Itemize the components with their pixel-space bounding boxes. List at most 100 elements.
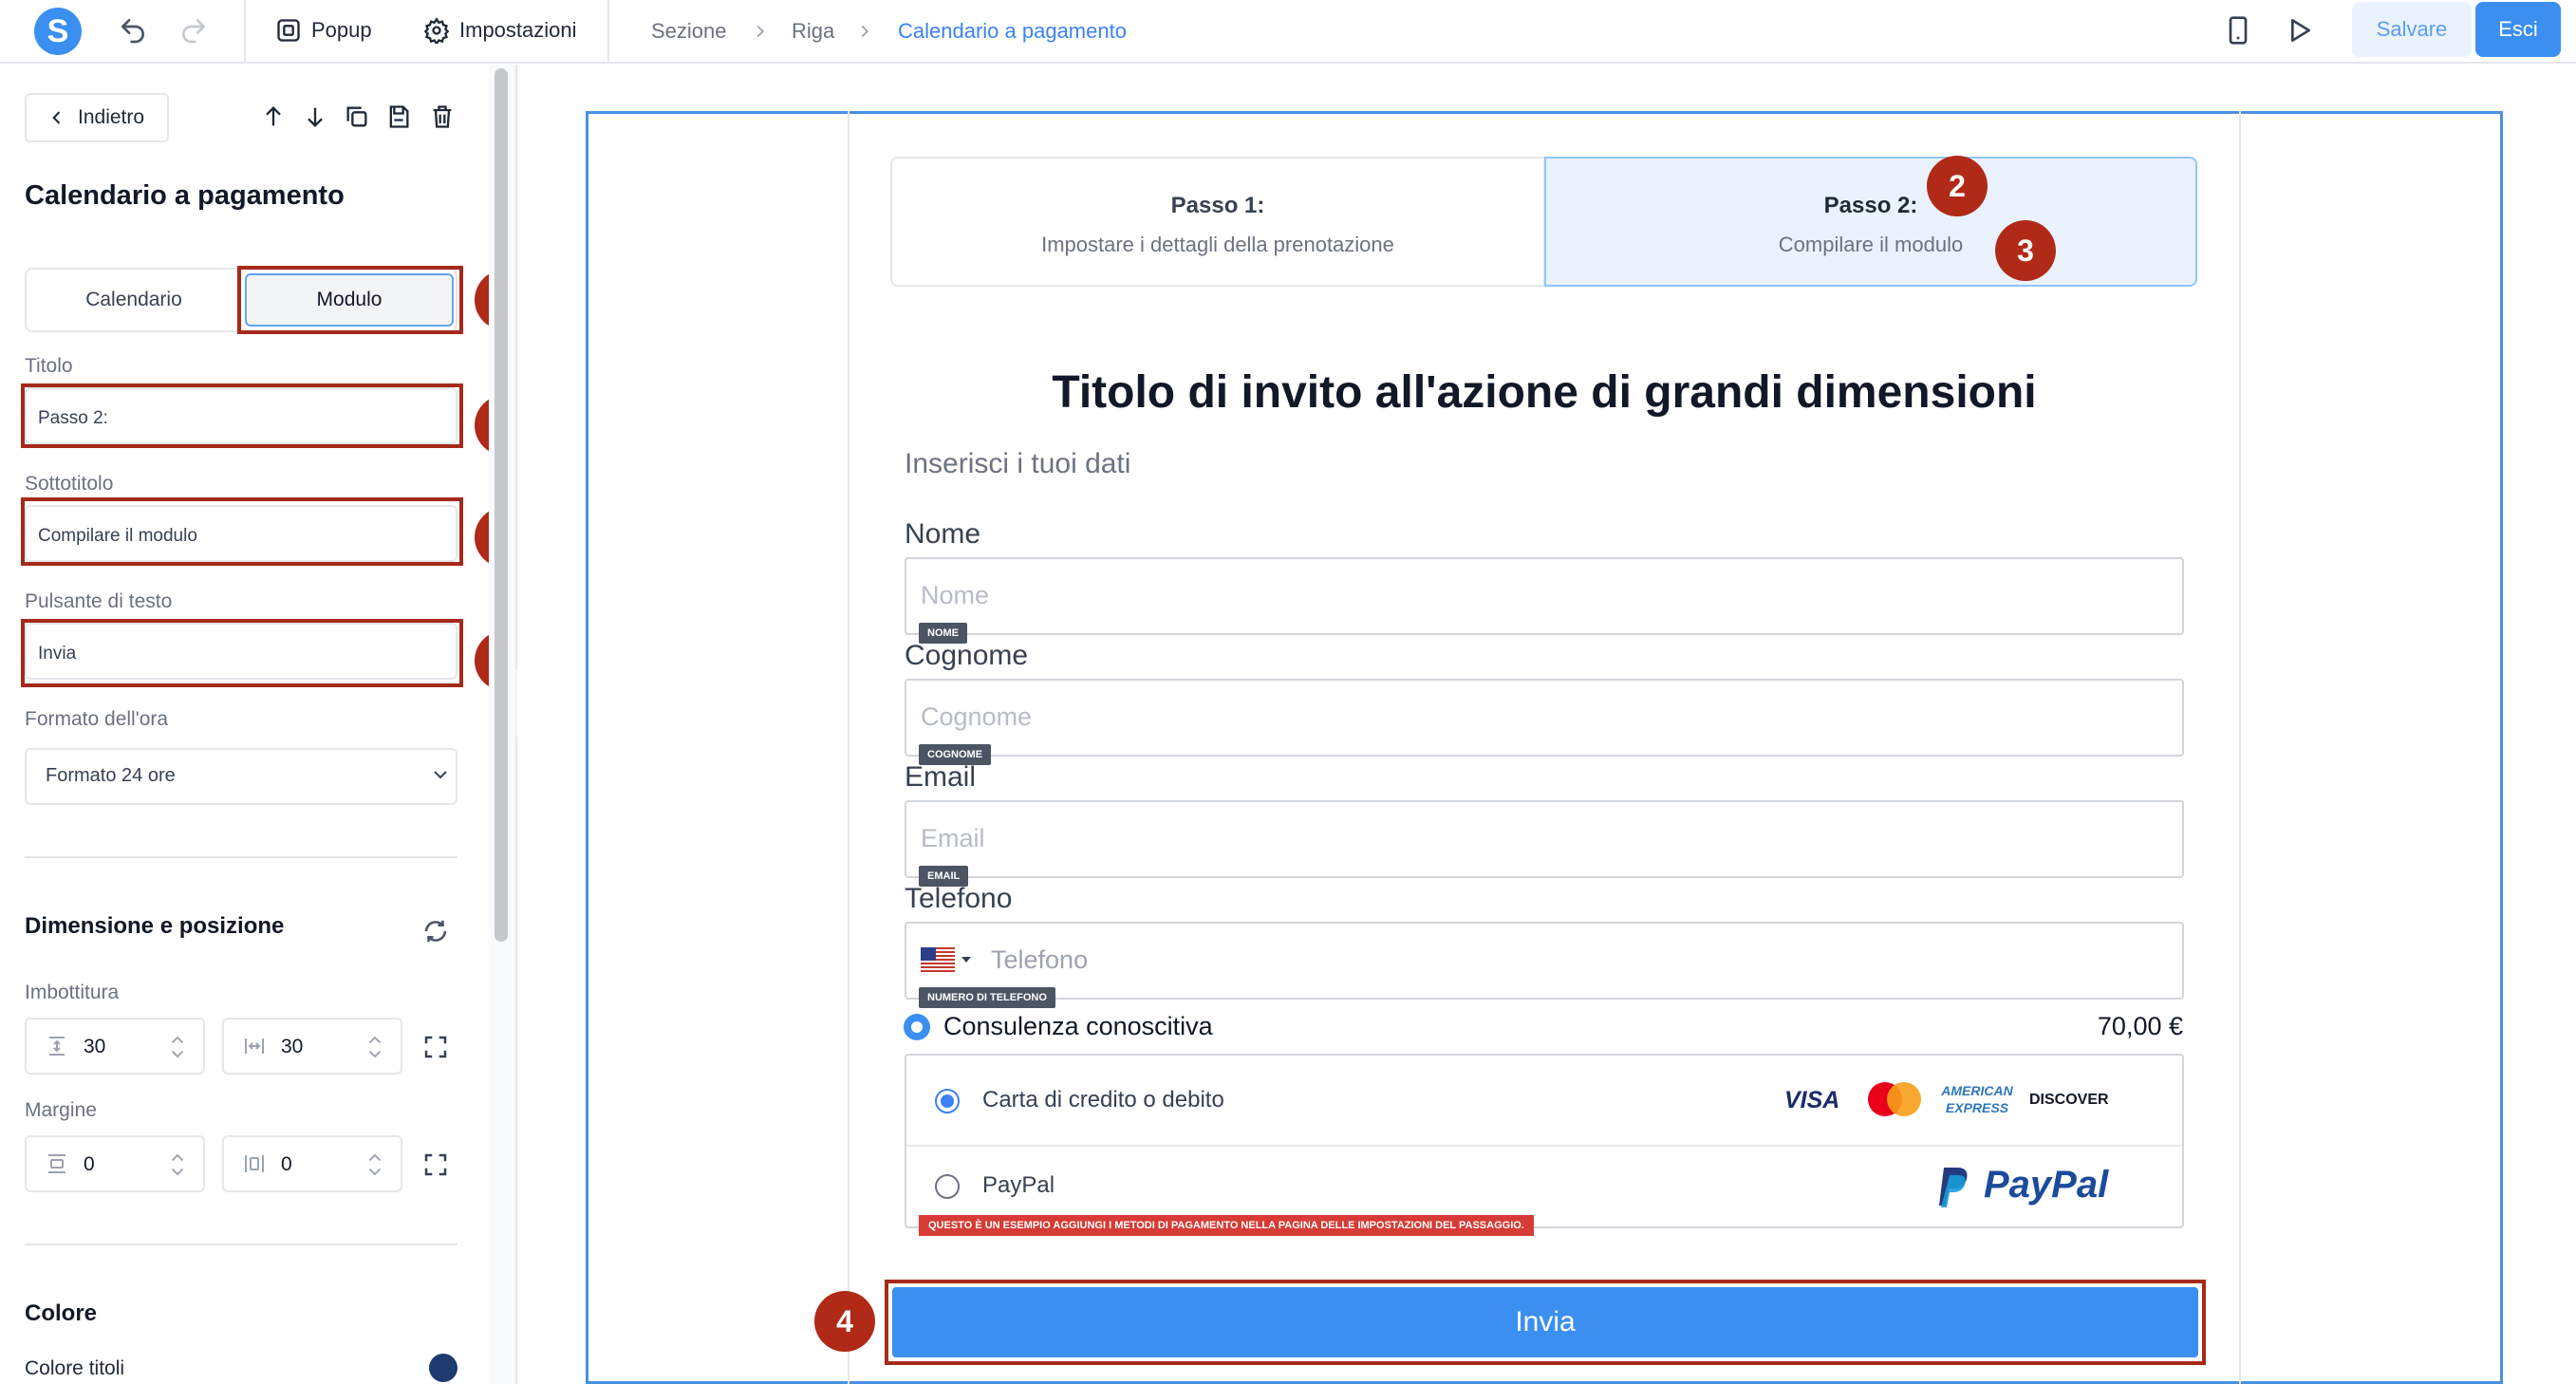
field-label-telefono: Telefono <box>905 883 1013 914</box>
annotation-box <box>237 266 463 334</box>
step-2-subtitle: Compilare il modulo <box>1778 233 1964 256</box>
breadcrumb-item-riga[interactable]: Riga <box>792 19 834 44</box>
settings-button[interactable]: Impostazioni <box>423 13 577 47</box>
redo-icon[interactable] <box>178 15 209 46</box>
paypal-option-label: PayPal <box>982 1172 1055 1198</box>
panel-scrollbar-thumb[interactable] <box>495 68 508 942</box>
stepper-icon[interactable] <box>167 1033 188 1061</box>
expand-margin-icon[interactable] <box>421 1150 450 1179</box>
tab-calendario[interactable]: Calendario <box>27 270 241 330</box>
cognome-input[interactable] <box>905 679 2184 757</box>
mobile-preview-icon[interactable] <box>2223 15 2253 46</box>
telefono-input[interactable] <box>905 922 2184 1000</box>
panel-title: Calendario a pagamento <box>25 180 345 211</box>
field-label-cognome: Cognome <box>905 640 1029 671</box>
expand-padding-icon[interactable] <box>421 1033 450 1061</box>
margin-horizontal-input[interactable]: 0 <box>222 1135 402 1192</box>
payment-note: QUESTO È UN ESEMPIO AGGIUNGI I METODI DI… <box>919 1215 1534 1236</box>
top-toolbar: S Popup Impostazioni Sezione Riga Calend… <box>0 0 2576 64</box>
toolbar-divider <box>244 0 246 63</box>
settings-label: Impostazioni <box>459 18 577 42</box>
annotation-badge-2: 2 <box>1927 156 1988 216</box>
exit-button[interactable]: Esci <box>2475 2 2561 57</box>
title-color-swatch[interactable] <box>429 1354 457 1382</box>
chevron-right-icon <box>854 19 875 44</box>
discover-logo: DISCOVER <box>2029 1092 2109 1108</box>
margin-vertical-icon <box>46 1152 68 1175</box>
field-label-nome: Nome <box>905 518 981 550</box>
padding-vertical-input[interactable]: 30 <box>25 1018 205 1075</box>
mastercard-logo <box>1866 1081 1923 1117</box>
back-button[interactable]: Indietro <box>25 93 169 142</box>
save-template-icon[interactable] <box>385 103 412 131</box>
step-2-title: Passo 2: <box>1823 193 1918 218</box>
padding-label: Imbottitura <box>25 982 120 1003</box>
move-up-icon[interactable] <box>260 103 287 131</box>
subtitle-field-label: Sottotitolo <box>25 473 114 495</box>
annotation-badge-4: 4 <box>814 1291 875 1352</box>
paypal-logo: PayPal <box>1984 1164 2109 1206</box>
telefono-placeholder: Telefono <box>991 945 1089 974</box>
title-color-label: Colore titoli <box>25 1357 125 1379</box>
stepper-icon[interactable] <box>364 1150 385 1179</box>
gear-icon <box>423 17 450 44</box>
card-radio[interactable] <box>935 1089 960 1113</box>
annotation-box <box>21 619 463 687</box>
back-label: Indietro <box>78 106 145 128</box>
reset-icon[interactable] <box>421 917 450 945</box>
service-radio[interactable] <box>904 1014 930 1040</box>
undo-icon[interactable] <box>118 15 148 46</box>
title-field-label: Titolo <box>25 355 73 377</box>
service-name: Consulenza conoscitiva <box>943 1012 1213 1040</box>
delete-icon[interactable] <box>429 103 456 131</box>
popup-button[interactable]: Popup <box>275 13 372 47</box>
breadcrumb-item-sezione[interactable]: Sezione <box>651 19 727 44</box>
form-heading: Titolo di invito all'azione di grandi di… <box>1052 367 2037 418</box>
country-flag-icon[interactable] <box>921 947 972 972</box>
step-1-subtitle: Impostare i dettagli della prenotazione <box>1041 233 1394 256</box>
app-logo[interactable]: S <box>34 8 82 55</box>
size-section-title: Dimensione e posizione <box>25 913 285 939</box>
breadcrumb-item-current[interactable]: Calendario a pagamento <box>898 19 1127 44</box>
stepper-icon[interactable] <box>167 1150 188 1179</box>
submit-button[interactable]: Invia <box>892 1287 2198 1357</box>
settings-panel: Indietro Calendario a pagamento Calendar… <box>0 65 535 1384</box>
annotation-box <box>21 383 463 448</box>
play-preview-icon[interactable] <box>2284 15 2314 46</box>
paypal-logo-icon <box>1936 1166 1970 1207</box>
amex-logo: AMERICAN EXPRESS <box>1939 1082 2015 1116</box>
service-price: 70,00 € <box>2097 1012 2183 1040</box>
move-down-icon[interactable] <box>302 103 328 131</box>
visa-logo: VISA <box>1784 1087 1840 1113</box>
card-option-label: Carta di credito o debito <box>982 1087 1224 1113</box>
amex-logo-line-2: EXPRESS <box>1945 1100 2009 1115</box>
annotation-box <box>21 497 463 566</box>
save-button[interactable]: Salvare <box>2352 2 2472 57</box>
stepper-icon[interactable] <box>364 1033 385 1061</box>
email-input[interactable] <box>905 800 2184 878</box>
chevron-right-icon <box>750 19 771 44</box>
duplicate-icon[interactable] <box>344 103 370 131</box>
form-subheading: Inserisci i tuoi dati <box>905 448 1131 479</box>
margin-label: Margine <box>25 1099 97 1121</box>
padding-horizontal-input[interactable]: 30 <box>222 1018 402 1075</box>
step-2[interactable]: Passo 2: Compilare il modulo <box>1544 157 2197 287</box>
padding-vertical-icon <box>46 1035 68 1057</box>
annotation-badge-3: 3 <box>1995 220 2056 281</box>
field-label-email: Email <box>905 761 977 793</box>
paypal-radio[interactable] <box>935 1174 960 1199</box>
payment-divider <box>906 1145 2182 1147</box>
popup-label: Popup <box>311 18 372 42</box>
amex-logo-line-1: AMERICAN <box>1941 1083 2013 1098</box>
time-format-value: Formato 24 ore <box>46 765 176 786</box>
nome-input[interactable] <box>905 557 2184 635</box>
email-placeholder: Email <box>921 824 985 852</box>
margin-vertical-input[interactable]: 0 <box>25 1135 205 1192</box>
cognome-placeholder: Cognome <box>921 702 1033 731</box>
margin-horizontal-icon <box>243 1152 266 1175</box>
popup-icon <box>275 17 302 44</box>
step-1[interactable]: Passo 1: Impostare i dettagli della pren… <box>890 157 1545 287</box>
telefono-tag: NUMERO DI TELEFONO <box>919 987 1055 1008</box>
divider <box>25 1244 457 1245</box>
padding-vertical-value: 30 <box>84 1036 106 1057</box>
